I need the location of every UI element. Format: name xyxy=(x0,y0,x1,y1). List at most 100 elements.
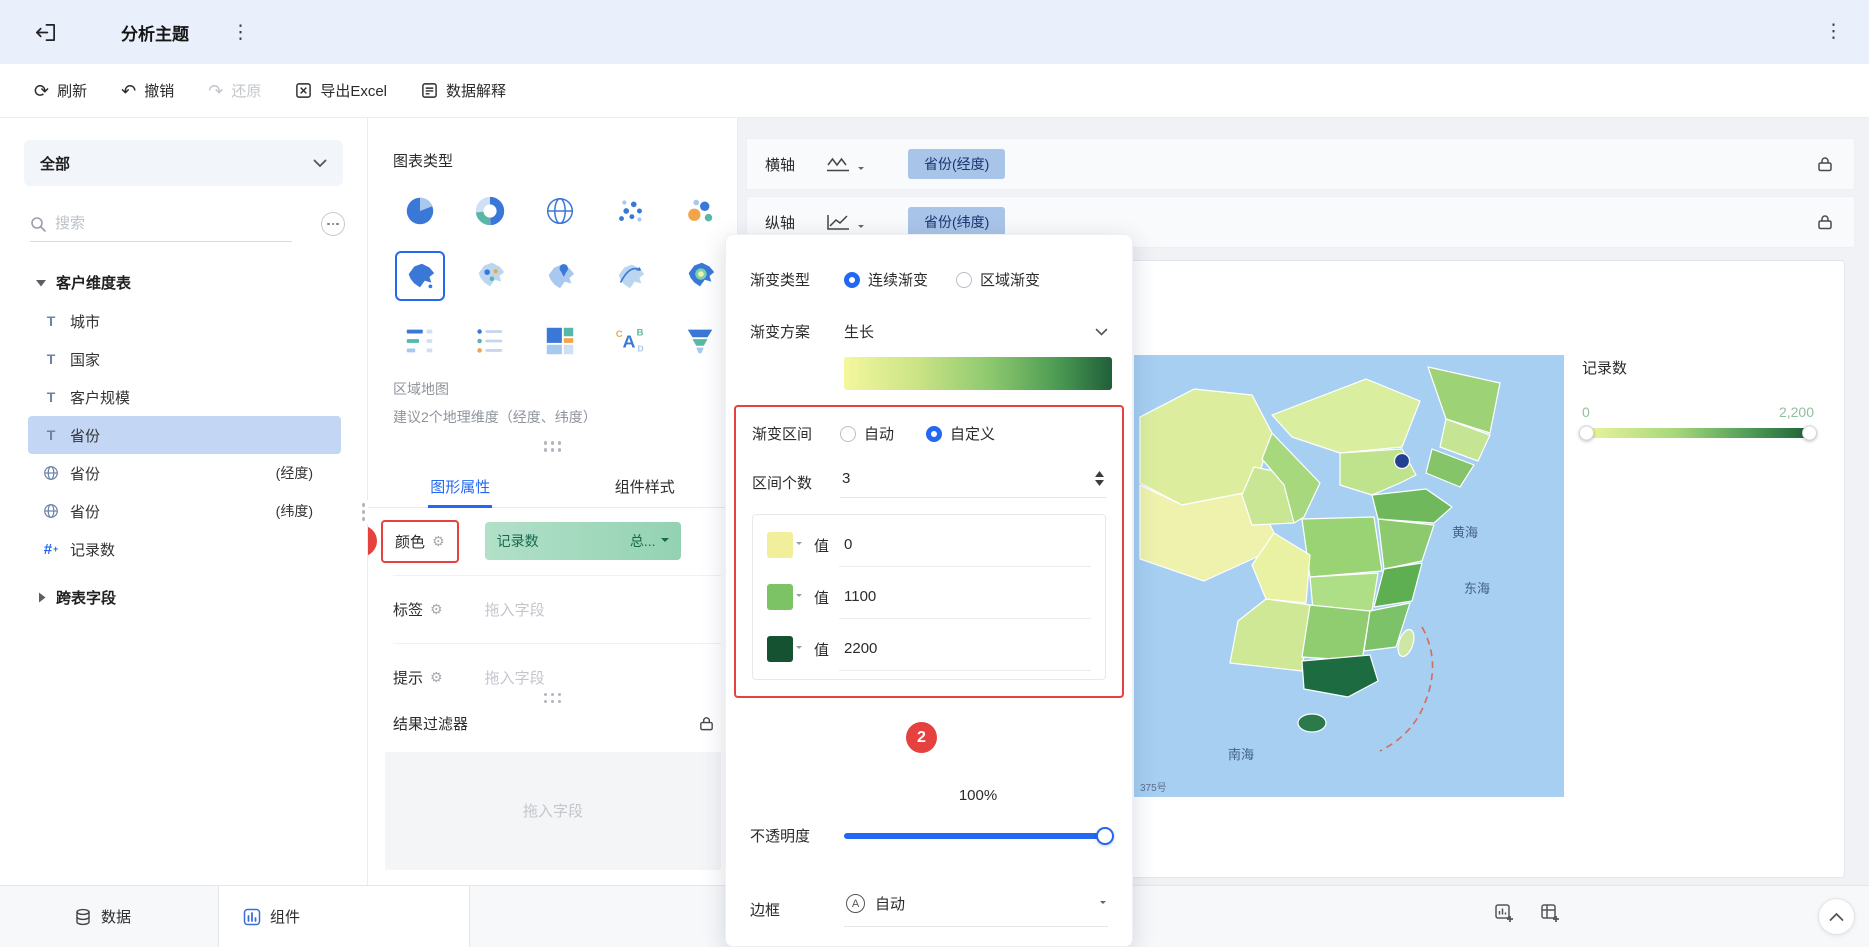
search-more-icon[interactable] xyxy=(321,212,345,236)
chart-config-panel: 图表类型 ACBD 区域地图 建议2个地理维度（经度、纬度） 图形属性 组件样式 xyxy=(368,118,738,885)
sidebar-field-city[interactable]: T 城市 xyxy=(28,302,341,340)
dataset-scope-dropdown[interactable]: 全部 xyxy=(24,140,343,186)
data-explain-button[interactable]: 数据解释 xyxy=(421,80,506,101)
chart-type-bubble-map-icon[interactable] xyxy=(455,251,525,299)
refresh-button[interactable]: ⟳ 刷新 xyxy=(34,80,87,101)
lock-icon[interactable] xyxy=(1816,213,1834,231)
gradient-stop-row: 值 0 xyxy=(767,519,1091,571)
radio-custom-interval[interactable]: 自定义 xyxy=(926,423,995,444)
lock-icon[interactable] xyxy=(1816,155,1834,173)
sidebar-field-country[interactable]: T 国家 xyxy=(28,340,341,378)
gear-icon[interactable]: ⚙ xyxy=(430,601,443,618)
add-chart-icon[interactable] xyxy=(1494,903,1515,924)
radio-continuous-gradient[interactable]: 连续渐变 xyxy=(844,269,928,290)
sidebar-field-record-count[interactable]: #+ 记录数 xyxy=(28,530,341,568)
sidebar-field-province[interactable]: T 省份 xyxy=(28,416,341,454)
legend-gradient-bar[interactable] xyxy=(1582,428,1814,438)
sidebar-field-customer-scale[interactable]: T 客户规模 xyxy=(28,378,341,416)
chevron-down-icon xyxy=(313,159,327,168)
collapse-panel-button[interactable] xyxy=(1818,898,1855,935)
chart-type-pie-icon[interactable] xyxy=(385,187,455,235)
chart-type-word-cloud-icon[interactable]: ACBD xyxy=(595,317,665,365)
stop-color-swatch[interactable] xyxy=(767,532,793,558)
filter-drag-handle[interactable] xyxy=(544,693,562,704)
exit-back-icon[interactable] xyxy=(34,21,57,44)
opacity-slider[interactable] xyxy=(844,833,1108,839)
chart-type-point-map-icon[interactable] xyxy=(525,251,595,299)
y-axis-field-pill[interactable]: 省份(纬度) xyxy=(908,207,1005,237)
legend-max-handle[interactable] xyxy=(1802,426,1817,441)
gear-icon[interactable]: ⚙ xyxy=(432,533,445,550)
tab-data[interactable]: 数据 xyxy=(74,886,131,947)
chevron-down-icon[interactable] xyxy=(1095,328,1108,336)
field-search[interactable] xyxy=(30,215,292,242)
add-crosstab-icon[interactable] xyxy=(1540,903,1561,924)
database-icon xyxy=(74,908,92,926)
redo-button[interactable]: ↷ 还原 xyxy=(208,80,261,101)
svg-text:B: B xyxy=(637,327,644,338)
tooltip-setting-button[interactable]: 提示 ⚙ xyxy=(393,667,443,688)
color-field-pill[interactable]: 记录数 总... xyxy=(485,522,681,560)
search-input[interactable] xyxy=(55,215,245,232)
stop-value-input[interactable]: 1100 xyxy=(839,575,1091,619)
expand-triangle-icon xyxy=(38,592,46,603)
opacity-slider-handle[interactable] xyxy=(1096,827,1114,845)
color-setting-button[interactable]: 颜色 ⚙ xyxy=(381,520,459,563)
china-choropleth-map[interactable]: 黄海 东海 南海 375号 xyxy=(1134,355,1564,797)
sidebar-field-province-latitude[interactable]: 省份 (纬度) xyxy=(28,492,341,530)
radio-on-icon[interactable] xyxy=(844,272,860,288)
chart-type-area-map-icon[interactable] xyxy=(395,251,445,301)
excel-icon xyxy=(295,82,312,99)
chart-type-flow-map-icon[interactable] xyxy=(595,251,665,299)
gradient-interval-row: 渐变区间 自动 自定义 xyxy=(752,423,1106,444)
radio-regional-gradient[interactable]: 区域渐变 xyxy=(956,269,1040,290)
radio-off-icon[interactable] xyxy=(956,272,972,288)
panel-drag-handle[interactable] xyxy=(544,441,562,452)
table-group-customer-dimension[interactable]: 客户维度表 xyxy=(0,262,367,302)
export-excel-button[interactable]: 导出Excel xyxy=(295,80,387,101)
gradient-scheme-select[interactable]: 生长 xyxy=(844,321,874,342)
x-axis-field-pill[interactable]: 省份(经度) xyxy=(908,149,1005,179)
interval-count-input[interactable]: 3 xyxy=(842,470,850,487)
stop-value-input[interactable]: 0 xyxy=(839,523,1091,567)
radio-auto-interval[interactable]: 自动 xyxy=(840,423,894,444)
chart-type-ranking-list-icon[interactable] xyxy=(385,317,455,365)
chart-type-radar-icon[interactable] xyxy=(525,187,595,235)
label-drop-placeholder[interactable]: 拖入字段 xyxy=(485,599,545,620)
gear-icon[interactable]: ⚙ xyxy=(430,669,443,686)
radio-on-icon[interactable] xyxy=(926,426,942,442)
result-filter-drop-area[interactable]: 拖入字段 xyxy=(385,752,721,870)
config-tabs: 图形属性 组件样式 xyxy=(368,466,737,508)
y-axis-type-icon[interactable] xyxy=(825,213,864,231)
stop-value-input[interactable]: 2200 xyxy=(839,627,1091,671)
label-setting-button[interactable]: 标签 ⚙ xyxy=(393,599,443,620)
radio-off-icon[interactable] xyxy=(840,426,856,442)
tab-component-style[interactable]: 组件样式 xyxy=(553,466,738,507)
stop-color-swatch[interactable] xyxy=(767,584,793,610)
title-kebab-menu-icon[interactable]: ⋮ xyxy=(231,23,250,42)
chevron-down-icon xyxy=(796,542,802,548)
chart-type-donut-icon[interactable] xyxy=(455,187,525,235)
legend-min-handle[interactable] xyxy=(1579,426,1594,441)
border-select[interactable]: A 自动 xyxy=(844,891,1108,927)
chart-type-bubble-icon[interactable] xyxy=(665,187,735,235)
undo-button[interactable]: ↶ 撤销 xyxy=(121,80,174,101)
legend-min-value: 0 xyxy=(1582,404,1590,420)
chart-type-treemap-icon[interactable] xyxy=(525,317,595,365)
sidebar-field-province-longitude[interactable]: 省份 (经度) xyxy=(28,454,341,492)
tooltip-drop-placeholder[interactable]: 拖入字段 xyxy=(485,667,545,688)
tab-component[interactable]: 组件 xyxy=(218,886,470,947)
undo-icon: ↶ xyxy=(121,82,136,100)
tab-graphic-properties[interactable]: 图形属性 xyxy=(368,466,553,507)
chart-type-scatter-icon[interactable] xyxy=(595,187,665,235)
legend-title: 记录数 xyxy=(1582,357,1814,378)
svg-text:C: C xyxy=(616,329,623,340)
text-field-icon: T xyxy=(42,427,60,443)
chart-type-dot-list-icon[interactable] xyxy=(455,317,525,365)
window-kebab-menu-icon[interactable]: ⋮ xyxy=(1824,22,1843,41)
cross-table-fields-group[interactable]: 跨表字段 xyxy=(0,576,367,618)
x-axis-type-icon[interactable] xyxy=(825,155,864,173)
count-stepper[interactable] xyxy=(1095,471,1104,486)
lock-icon[interactable] xyxy=(698,715,715,732)
stop-color-swatch[interactable] xyxy=(767,636,793,662)
